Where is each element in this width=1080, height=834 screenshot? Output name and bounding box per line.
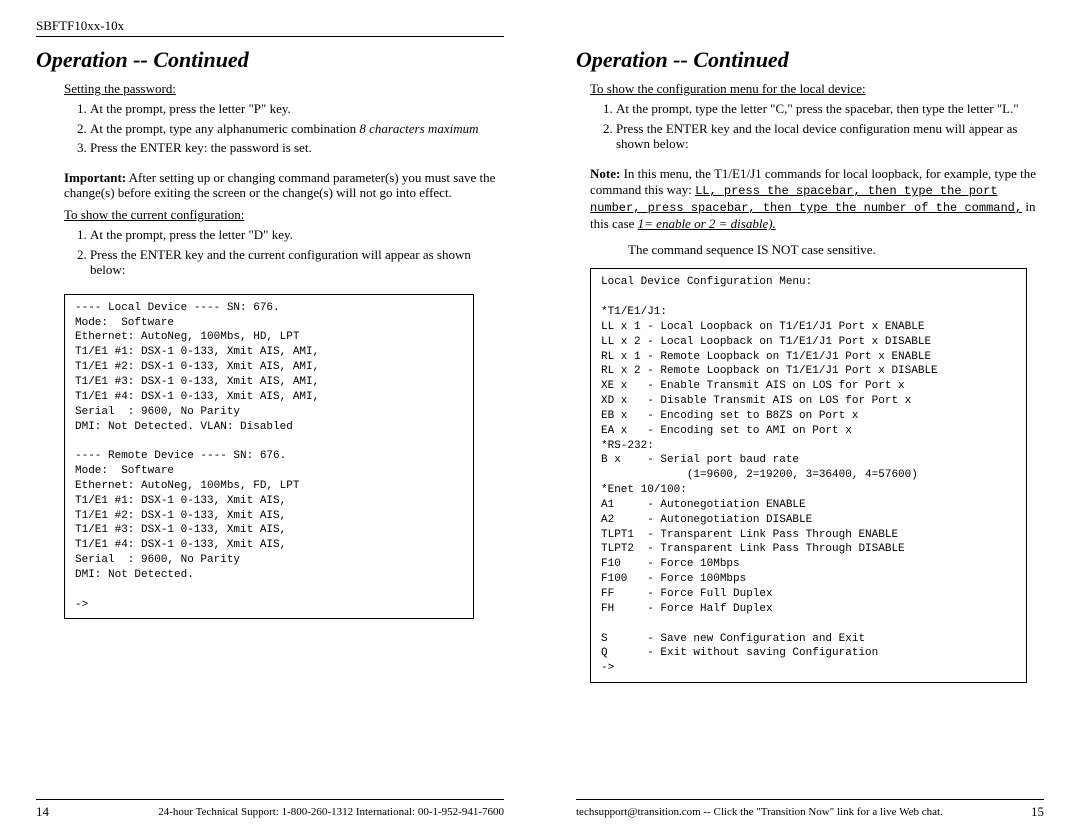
list-set-password: At the prompt, press the letter "P" key.… [50, 101, 504, 160]
page-right: . Operation -- Continued To show the con… [540, 0, 1080, 834]
footer-left: 14 24-hour Technical Support: 1-800-260-… [36, 799, 504, 820]
case-sensitive-note: The command sequence IS NOT case sensiti… [628, 242, 1044, 258]
section-title-left: Operation -- Continued [36, 47, 504, 73]
list-item: At the prompt, press the letter "P" key. [90, 101, 504, 117]
list-item-text: At the prompt, type any alphanumeric com… [90, 121, 359, 136]
list-item: At the prompt, press the letter "D" key. [90, 227, 504, 243]
note-block: Note: In this menu, the T1/E1/J1 command… [590, 166, 1044, 233]
page-number-left: 14 [36, 804, 49, 820]
footer-text-right: techsupport@transition.com -- Click the … [576, 806, 943, 818]
list-item-text: At the prompt, press the letter "P" key. [90, 101, 291, 116]
footer-text-left: 24-hour Technical Support: 1-800-260-131… [158, 806, 504, 818]
list-item: At the prompt, type the letter "C," pres… [616, 101, 1044, 117]
list-item-text: Press the ENTER key and the local device… [616, 121, 1017, 152]
terminal-output-right: Local Device Configuration Menu: *T1/E1/… [590, 268, 1027, 683]
list-show-config: At the prompt, press the letter "D" key.… [50, 227, 504, 282]
list-item-text: Press the ENTER key and the current conf… [90, 247, 471, 278]
page-left: SBFTF10xx-10x Operation -- Continued Set… [0, 0, 540, 834]
page-number-right: 15 [1031, 804, 1044, 820]
important-label: Important: [64, 170, 126, 185]
important-text: After setting up or changing command par… [64, 170, 495, 201]
list-item: Press the ENTER key and the local device… [616, 121, 1044, 152]
list-item-text: At the prompt, type the letter "C," pres… [616, 101, 1019, 116]
list-item: Press the ENTER key: the password is set… [90, 140, 504, 156]
list-item-note: 8 characters maximum [359, 121, 478, 136]
heading-show-local-menu: To show the configuration menu for the l… [590, 81, 1044, 97]
two-page-spread: SBFTF10xx-10x Operation -- Continued Set… [0, 0, 1080, 834]
page-header-model: SBFTF10xx-10x [36, 18, 504, 37]
note-label: Note: [590, 166, 620, 181]
list-item: At the prompt, type any alphanumeric com… [90, 121, 504, 137]
important-paragraph: Important: After setting up or changing … [64, 170, 504, 201]
heading-setting-password: Setting the password: [64, 81, 504, 97]
note-enable-disable: 1= enable or 2 = disable). [638, 216, 776, 231]
list-item-text: At the prompt, press the letter "D" key. [90, 227, 293, 242]
heading-show-config: To show the current configuration: [64, 207, 504, 223]
footer-right: techsupport@transition.com -- Click the … [576, 799, 1044, 820]
list-item: Press the ENTER key and the current conf… [90, 247, 504, 278]
list-show-local: At the prompt, type the letter "C," pres… [576, 101, 1044, 156]
section-title-right: Operation -- Continued [576, 47, 1044, 73]
list-item-text: Press the ENTER key: the password is set… [90, 140, 312, 155]
terminal-output-left: ---- Local Device ---- SN: 676. Mode: So… [64, 294, 474, 620]
